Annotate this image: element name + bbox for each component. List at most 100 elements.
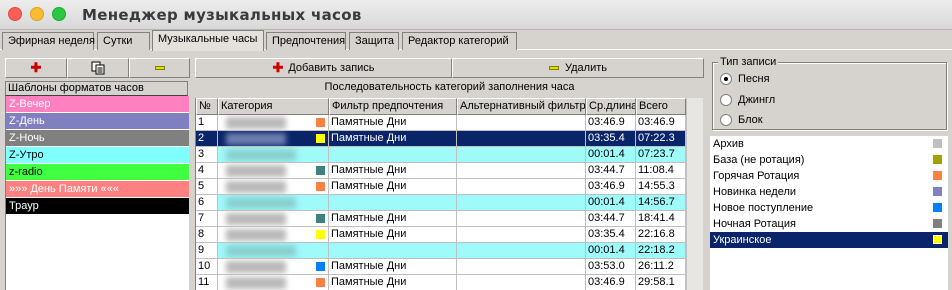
col-category[interactable]: Категория bbox=[218, 98, 329, 115]
cell-total: 18:41.4 bbox=[636, 211, 686, 227]
color-swatch-icon bbox=[933, 155, 942, 164]
radio-song-label: Песня bbox=[738, 73, 770, 85]
table-row[interactable]: 4 Памятные Дни 03:44.7 11:08.4 bbox=[196, 163, 686, 179]
category-item[interactable]: Архив bbox=[710, 136, 948, 152]
delete-template-button[interactable] bbox=[129, 58, 190, 78]
template-item[interactable]: Z-День bbox=[6, 113, 189, 130]
copy-template-button[interactable] bbox=[67, 58, 129, 78]
cell-avg-length: 03:46.9 bbox=[586, 275, 636, 290]
table-row[interactable]: 9 00:01.4 22:18.2 bbox=[196, 243, 686, 259]
table-row[interactable]: 1 Памятные Дни 03:46.9 03:46.9 bbox=[196, 115, 686, 131]
table-row[interactable]: 10 Памятные Дни 03:53.0 26:11.2 bbox=[196, 259, 686, 275]
cell-number: 10 bbox=[196, 259, 218, 275]
radio-dot[interactable] bbox=[720, 73, 732, 85]
category-item[interactable]: База (не ротация) bbox=[710, 152, 948, 168]
cell-filter: Памятные Дни bbox=[329, 179, 457, 195]
table-row[interactable]: 8 Памятные Дни 03:35.4 22:16.8 bbox=[196, 227, 686, 243]
templates-header: Шаблоны форматов часов bbox=[5, 81, 188, 96]
cell-number: 6 bbox=[196, 195, 218, 211]
template-item[interactable]: z-radio bbox=[6, 164, 189, 181]
cell-filter bbox=[329, 147, 457, 163]
cell-category bbox=[218, 131, 329, 147]
cell-category bbox=[218, 195, 329, 211]
tab-protection[interactable]: Защита bbox=[349, 32, 399, 50]
col-alt-filter[interactable]: Альтернативный фильтр bbox=[457, 98, 586, 115]
sequence-caption: Последовательность категорий заполнения … bbox=[324, 81, 575, 93]
cell-number: 9 bbox=[196, 243, 218, 259]
template-item[interactable]: Z-Вечер bbox=[6, 96, 189, 113]
minimize-window-button[interactable] bbox=[30, 7, 44, 21]
template-item[interactable]: Траур bbox=[6, 198, 189, 215]
redacted-category bbox=[226, 245, 296, 257]
table-row[interactable]: 11 Памятные Дни 03:46.9 29:58.1 bbox=[196, 275, 686, 290]
table-row[interactable]: 2 Памятные Дни 03:35.4 07:22.3 bbox=[196, 131, 686, 147]
cell-category bbox=[218, 211, 329, 227]
col-number[interactable]: № bbox=[196, 98, 218, 115]
cell-avg-length: 00:01.4 bbox=[586, 147, 636, 163]
cell-total: 14:56.7 bbox=[636, 195, 686, 211]
window-title: Менеджер музыкальных часов bbox=[82, 6, 362, 24]
cell-number: 11 bbox=[196, 275, 218, 290]
cell-category bbox=[218, 179, 329, 195]
grid-scrollbar[interactable] bbox=[686, 98, 703, 290]
category-item[interactable]: Ночная Ротация bbox=[710, 216, 948, 232]
redacted-category bbox=[226, 133, 286, 145]
close-window-button[interactable] bbox=[8, 7, 22, 21]
delete-record-button[interactable]: Удалить bbox=[452, 58, 704, 78]
radio-dot[interactable] bbox=[720, 114, 732, 126]
table-row[interactable]: 6 00:01.4 14:56.7 bbox=[196, 195, 686, 211]
redacted-category bbox=[226, 197, 296, 209]
cell-number: 4 bbox=[196, 163, 218, 179]
cell-total: 07:23.7 bbox=[636, 147, 686, 163]
template-item[interactable]: Z-Ночь bbox=[6, 130, 189, 147]
col-filter[interactable]: Фильтр предпочтения bbox=[329, 98, 457, 115]
cell-filter: Памятные Дни bbox=[329, 115, 457, 131]
cell-category bbox=[218, 147, 329, 163]
cell-alt-filter bbox=[457, 243, 586, 259]
add-record-button[interactable]: ✚ Добавить запись bbox=[195, 58, 452, 78]
cell-filter bbox=[329, 243, 457, 259]
cell-total: 03:46.9 bbox=[636, 115, 686, 131]
templates-list[interactable]: Z-Вечер Z-День Z-Ночь Z-Утро z-radio »»»… bbox=[5, 96, 189, 290]
plus-icon: ✚ bbox=[30, 60, 42, 75]
tab-day[interactable]: Сутки bbox=[97, 32, 150, 50]
radio-dot[interactable] bbox=[720, 94, 732, 106]
tab-preferences[interactable]: Предпочтения bbox=[266, 32, 346, 50]
col-avg-length[interactable]: Ср.длина bbox=[586, 98, 636, 115]
add-template-button[interactable]: ✚ bbox=[5, 58, 67, 78]
cell-alt-filter bbox=[457, 195, 586, 211]
category-item-selected[interactable]: Украинское bbox=[710, 232, 948, 248]
category-item[interactable]: Новое поступление bbox=[710, 200, 948, 216]
radio-song[interactable]: Песня bbox=[720, 72, 900, 86]
redacted-category bbox=[226, 165, 286, 177]
radio-jingle[interactable]: Джингл bbox=[720, 93, 900, 107]
category-list[interactable]: Архив База (не ротация) Горячая Ротация … bbox=[710, 136, 948, 290]
category-item[interactable]: Горячая Ротация bbox=[710, 168, 948, 184]
col-total[interactable]: Всего bbox=[636, 98, 686, 115]
cell-category bbox=[218, 275, 329, 290]
sequence-grid[interactable]: № Категория Фильтр предпочтения Альтерна… bbox=[195, 98, 703, 290]
color-swatch-icon bbox=[316, 230, 325, 239]
template-item[interactable]: »»» День Памяти ««« bbox=[6, 181, 189, 198]
zoom-window-button[interactable] bbox=[52, 7, 66, 21]
tab-broadcast-week[interactable]: Эфирная неделя bbox=[2, 32, 95, 50]
cell-avg-length: 00:01.4 bbox=[586, 243, 636, 259]
table-row[interactable]: 5 Памятные Дни 03:46.9 14:55.3 bbox=[196, 179, 686, 195]
tab-category-editor[interactable]: Редактор категорий bbox=[402, 32, 517, 50]
copy-icon bbox=[91, 61, 105, 75]
category-item[interactable]: Новинка недели bbox=[710, 184, 948, 200]
table-row[interactable]: 3 00:01.4 07:23.7 bbox=[196, 147, 686, 163]
radio-block[interactable]: Блок bbox=[720, 113, 900, 127]
cell-avg-length: 03:46.9 bbox=[586, 179, 636, 195]
cell-alt-filter bbox=[457, 147, 586, 163]
cell-filter: Памятные Дни bbox=[329, 259, 457, 275]
cell-number: 2 bbox=[196, 131, 218, 147]
table-row[interactable]: 7 Памятные Дни 03:44.7 18:41.4 bbox=[196, 211, 686, 227]
cell-category bbox=[218, 163, 329, 179]
template-item[interactable]: Z-Утро bbox=[6, 147, 189, 164]
cell-number: 7 bbox=[196, 211, 218, 227]
cell-alt-filter bbox=[457, 211, 586, 227]
tab-music-clocks[interactable]: Музыкальные часы bbox=[152, 30, 264, 51]
cell-alt-filter bbox=[457, 163, 586, 179]
cell-alt-filter bbox=[457, 259, 586, 275]
